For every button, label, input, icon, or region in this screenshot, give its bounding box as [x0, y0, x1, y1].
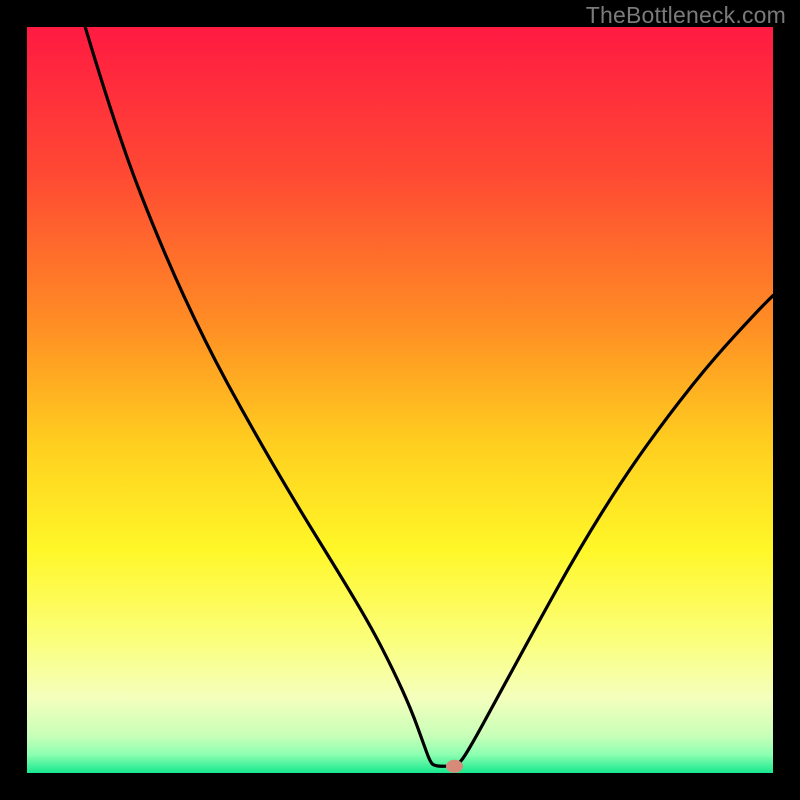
chart-background [27, 27, 773, 773]
bottleneck-chart [27, 27, 773, 773]
watermark-label: TheBottleneck.com [586, 2, 786, 29]
bottleneck-marker [446, 760, 463, 773]
